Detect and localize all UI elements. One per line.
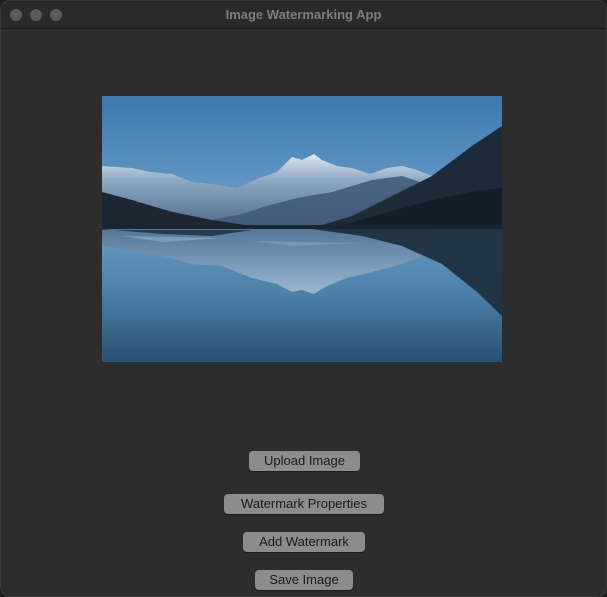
app-window: Image Watermarking App Upload Image Wate… [0, 0, 607, 597]
upload-image-button[interactable]: Upload Image [249, 451, 360, 471]
landscape-photo-icon [102, 96, 502, 362]
title-bar[interactable]: Image Watermarking App [1, 1, 606, 29]
add-watermark-button[interactable]: Add Watermark [243, 532, 365, 552]
watermark-properties-button[interactable]: Watermark Properties [224, 494, 384, 514]
window-title: Image Watermarking App [225, 7, 382, 22]
save-image-button[interactable]: Save Image [255, 570, 353, 590]
image-preview [102, 96, 502, 362]
